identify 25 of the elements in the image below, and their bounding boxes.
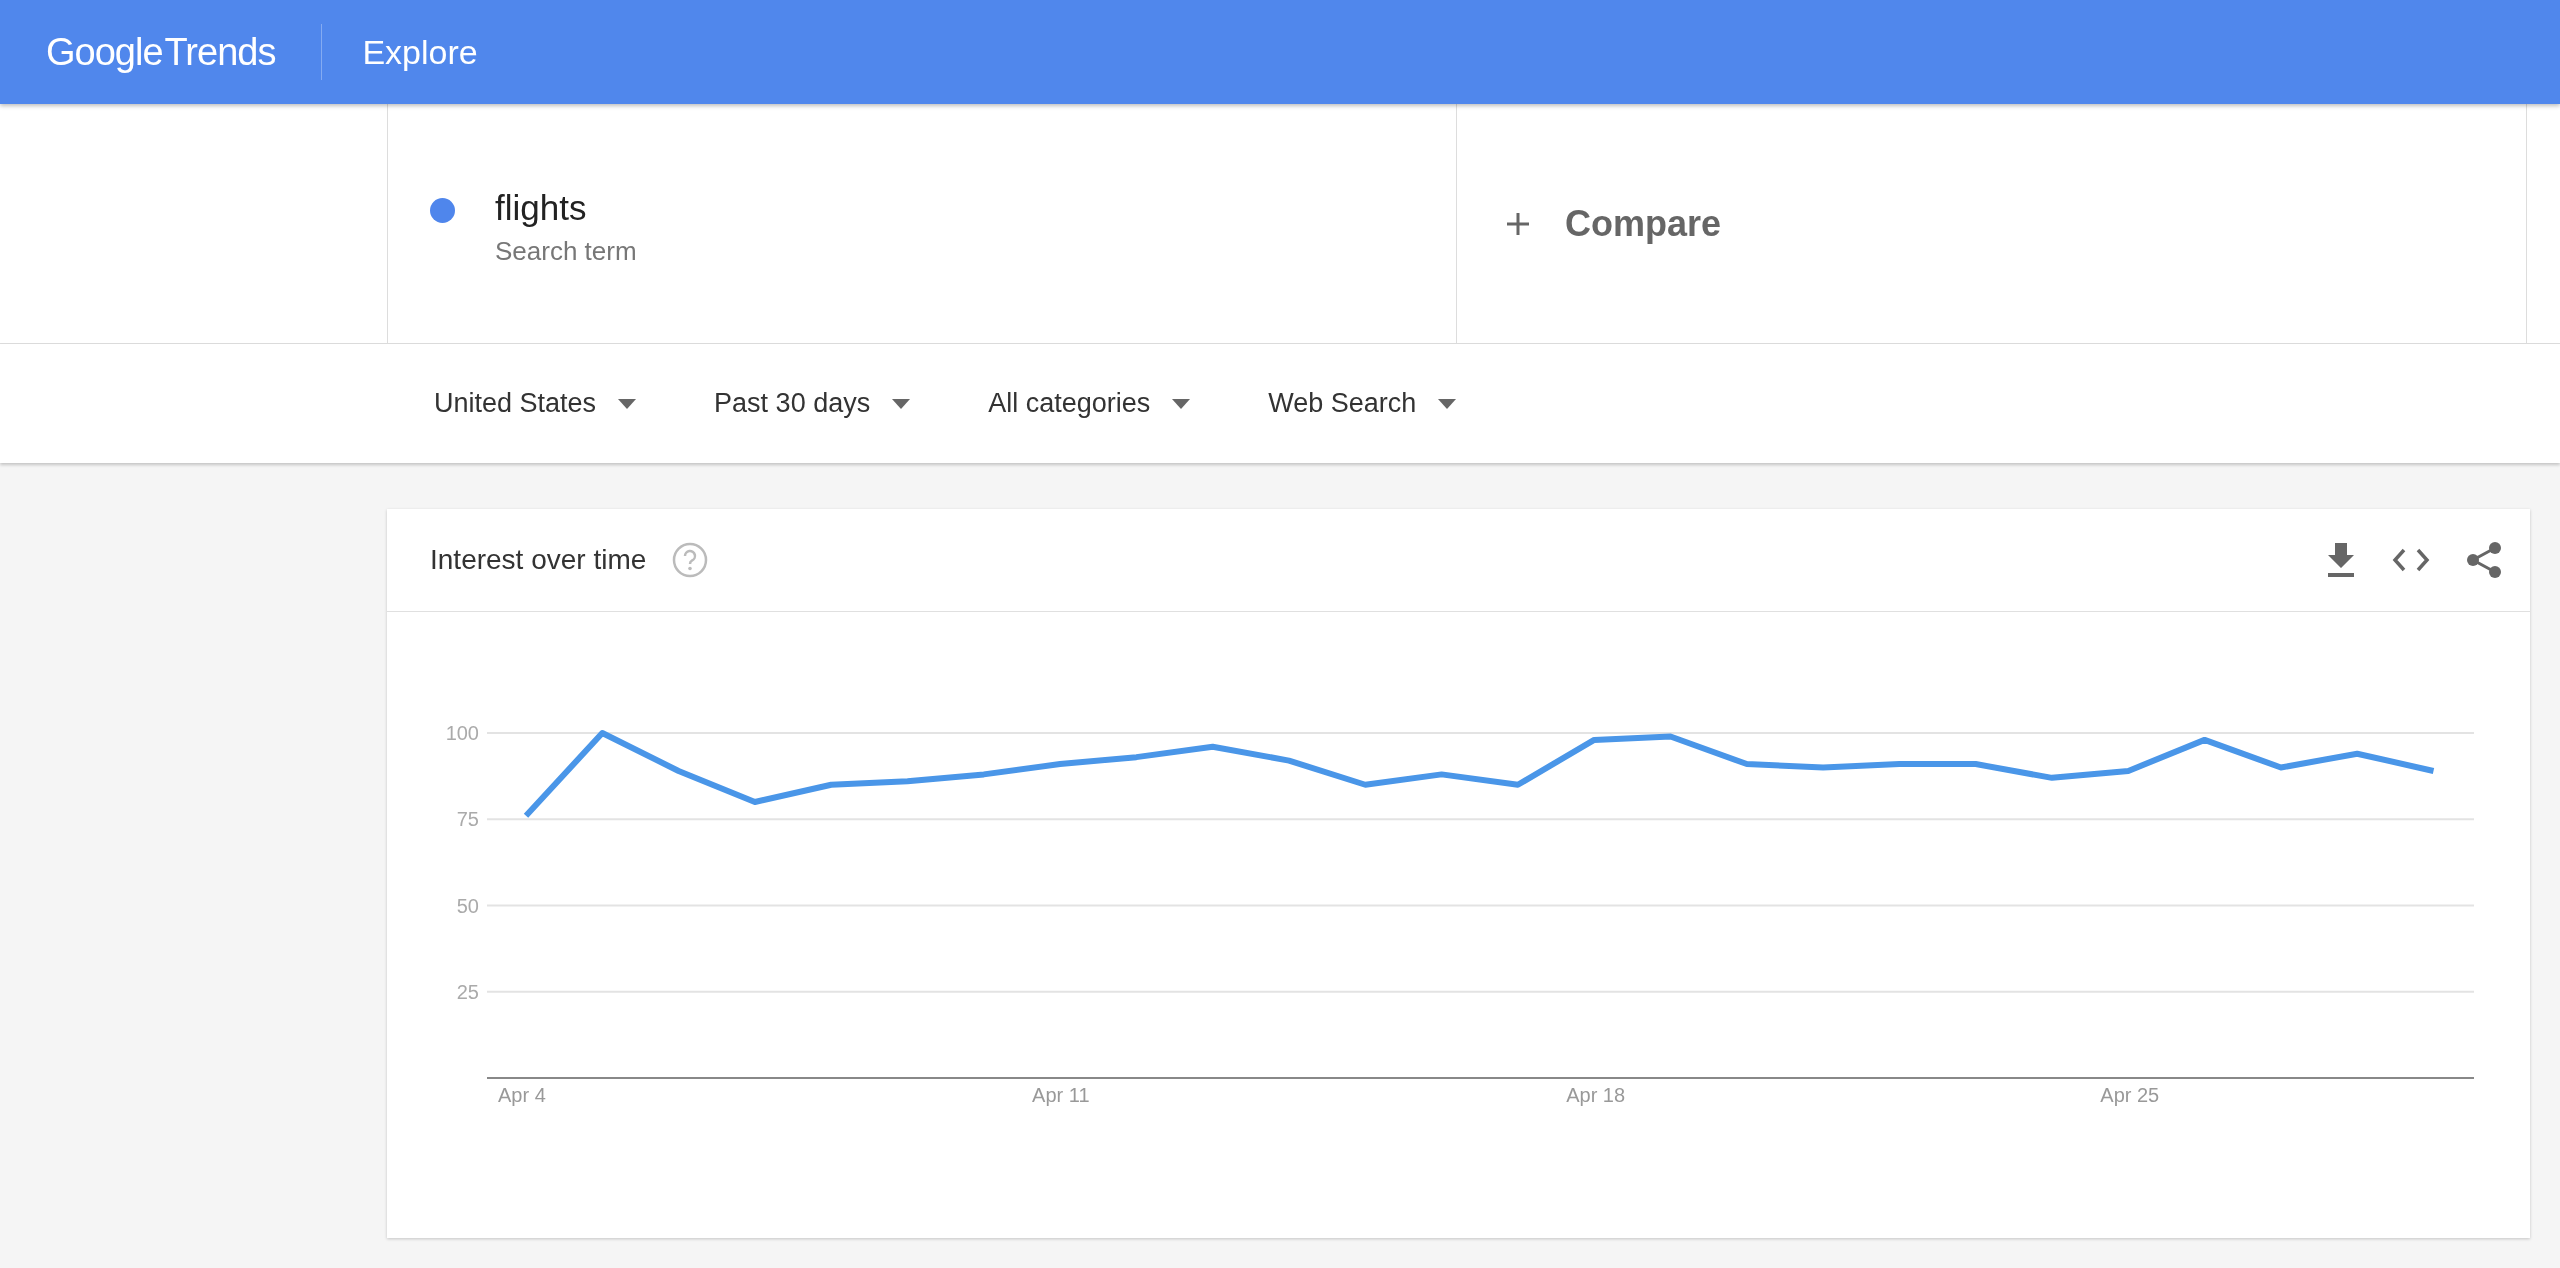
share-icon[interactable] — [2466, 541, 2502, 579]
y-axis-label: 25 — [456, 980, 479, 1003]
x-axis-label: Apr 25 — [2100, 1084, 2160, 1106]
search-term[interactable]: flights — [495, 188, 637, 228]
filter-dropdown[interactable]: Web Search — [1268, 388, 1457, 419]
dropdown-caret-icon — [892, 398, 911, 409]
x-axis-label: Apr 18 — [1566, 1084, 1626, 1106]
embed-icon[interactable] — [2392, 548, 2430, 572]
y-axis-label: 75 — [456, 808, 479, 831]
filter-dropdown[interactable]: United States — [434, 388, 637, 419]
filter-dropdown[interactable]: All categories — [988, 388, 1191, 419]
dropdown-caret-icon — [1172, 398, 1191, 409]
dropdown-caret-icon — [618, 398, 637, 409]
y-axis-label: 100 — [445, 722, 479, 744]
plus-icon — [1507, 212, 1529, 235]
filter-dropdown[interactable]: Past 30 days — [714, 388, 911, 419]
download-icon[interactable] — [2326, 543, 2356, 577]
page-title: Explore — [362, 32, 478, 72]
compare-button[interactable]: Compare — [1507, 202, 1722, 245]
x-axis-label: Apr 4 — [498, 1084, 546, 1106]
x-axis-label: Apr 11 — [1032, 1084, 1090, 1106]
dropdown-caret-icon — [1438, 398, 1457, 409]
y-axis-label: 50 — [456, 894, 479, 917]
search-term-subtitle: Search term — [495, 236, 637, 267]
card-title: Interest over time — [430, 544, 647, 576]
